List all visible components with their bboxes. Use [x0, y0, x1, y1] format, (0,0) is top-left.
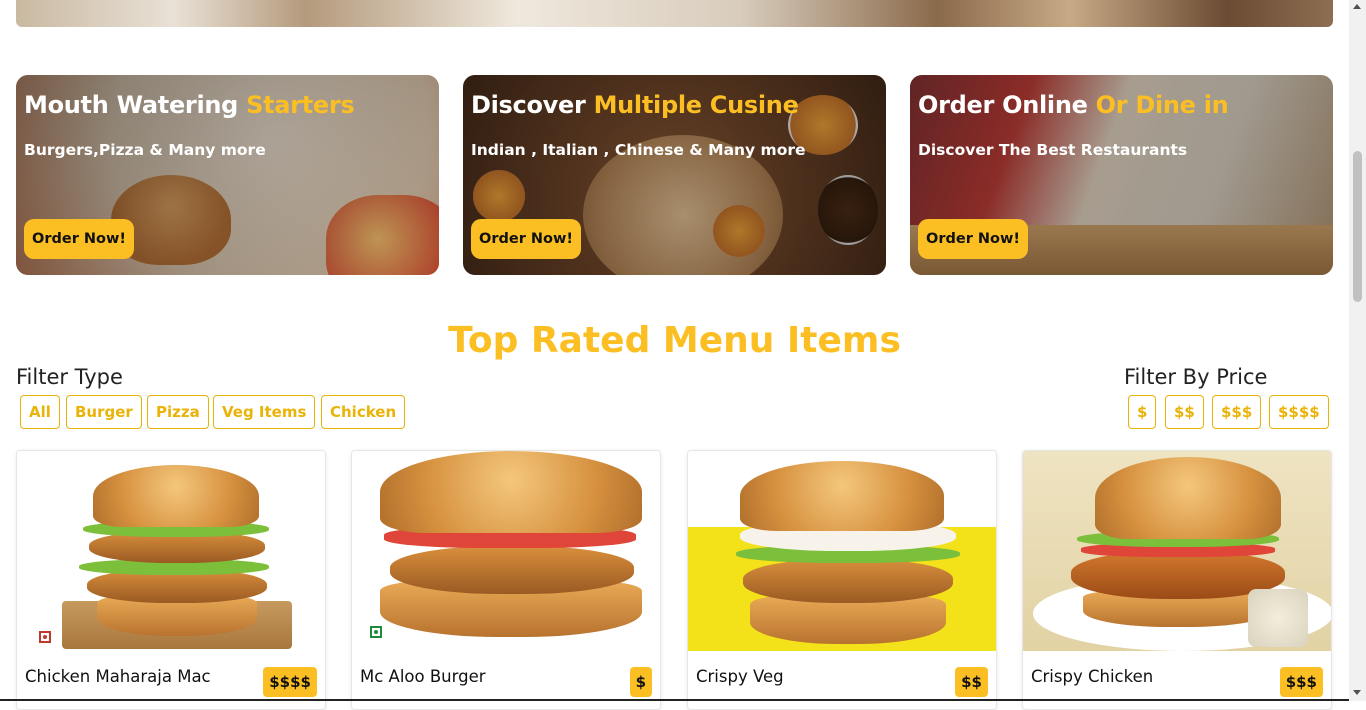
menu-item-card[interactable]: Mc Aloo Burger $: [351, 450, 661, 710]
menu-item-card[interactable]: Chicken Maharaja Mac $$$$: [16, 450, 326, 710]
filter-type-pizza[interactable]: Pizza: [147, 395, 209, 429]
menu-item-name: Crispy Veg: [696, 667, 784, 686]
promo-subtitle: Burgers,Pizza & Many more: [24, 141, 266, 159]
promo-title: Order Online Or Dine in: [918, 91, 1228, 119]
filter-type-label: Filter Type: [16, 365, 123, 389]
scroll-down-icon[interactable]: [1353, 690, 1361, 695]
filter-price-2[interactable]: $$: [1165, 395, 1204, 429]
filter-type-veg-items[interactable]: Veg Items: [213, 395, 315, 429]
page-scrollbar[interactable]: [1349, 0, 1366, 701]
filter-price-1[interactable]: $: [1128, 395, 1156, 429]
order-now-button[interactable]: Order Now!: [471, 219, 581, 259]
promo-title: Mouth Watering Starters: [24, 91, 354, 119]
promo-title-accent: Or Dine in: [1096, 91, 1229, 119]
veg-icon: [370, 626, 382, 638]
menu-item-name: Mc Aloo Burger: [360, 667, 486, 686]
non-veg-icon: [39, 631, 51, 643]
promo-subtitle: Discover The Best Restaurants: [918, 141, 1187, 159]
order-now-button[interactable]: Order Now!: [918, 219, 1028, 259]
promo-subtitle: Indian , Italian , Chinese & Many more: [471, 141, 806, 159]
filter-price-3[interactable]: $$$: [1212, 395, 1261, 429]
menu-item-card[interactable]: Crispy Chicken $$$: [1022, 450, 1332, 710]
menu-item-image: [352, 451, 660, 651]
menu-item-name: Crispy Chicken: [1031, 667, 1153, 686]
menu-section-title: Top Rated Menu Items: [0, 320, 1349, 361]
menu-item-price: $: [630, 667, 652, 697]
filter-type-all[interactable]: All: [20, 395, 60, 429]
scrollbar-thumb[interactable]: [1353, 151, 1362, 302]
promo-card-cuisine: Discover Multiple Cusine Indian , Italia…: [463, 75, 886, 275]
filter-type-chicken[interactable]: Chicken: [321, 395, 405, 429]
filter-type-burger[interactable]: Burger: [66, 395, 142, 429]
promo-title: Discover Multiple Cusine: [471, 91, 799, 119]
menu-item-price: $$$$: [263, 667, 317, 697]
scroll-up-icon[interactable]: [1353, 4, 1361, 9]
menu-item-name: Chicken Maharaja Mac: [25, 667, 211, 686]
menu-item-image: [688, 451, 996, 651]
promo-title-accent: Starters: [246, 91, 354, 119]
menu-item-price: $$: [955, 667, 988, 697]
menu-item-image: [17, 451, 325, 651]
hero-image-strip: [16, 0, 1333, 27]
promo-card-starters: Mouth Watering Starters Burgers,Pizza & …: [16, 75, 439, 275]
filter-price-4[interactable]: $$$$: [1269, 395, 1329, 429]
order-now-button[interactable]: Order Now!: [24, 219, 134, 259]
menu-item-card[interactable]: Crispy Veg $$: [687, 450, 997, 710]
promo-card-dine-in: Order Online Or Dine in Discover The Bes…: [910, 75, 1333, 275]
filter-price-label: Filter By Price: [1124, 365, 1267, 389]
promo-title-accent: Multiple Cusine: [594, 91, 799, 119]
menu-item-price: $$$: [1280, 667, 1323, 697]
menu-item-image: [1023, 451, 1331, 651]
